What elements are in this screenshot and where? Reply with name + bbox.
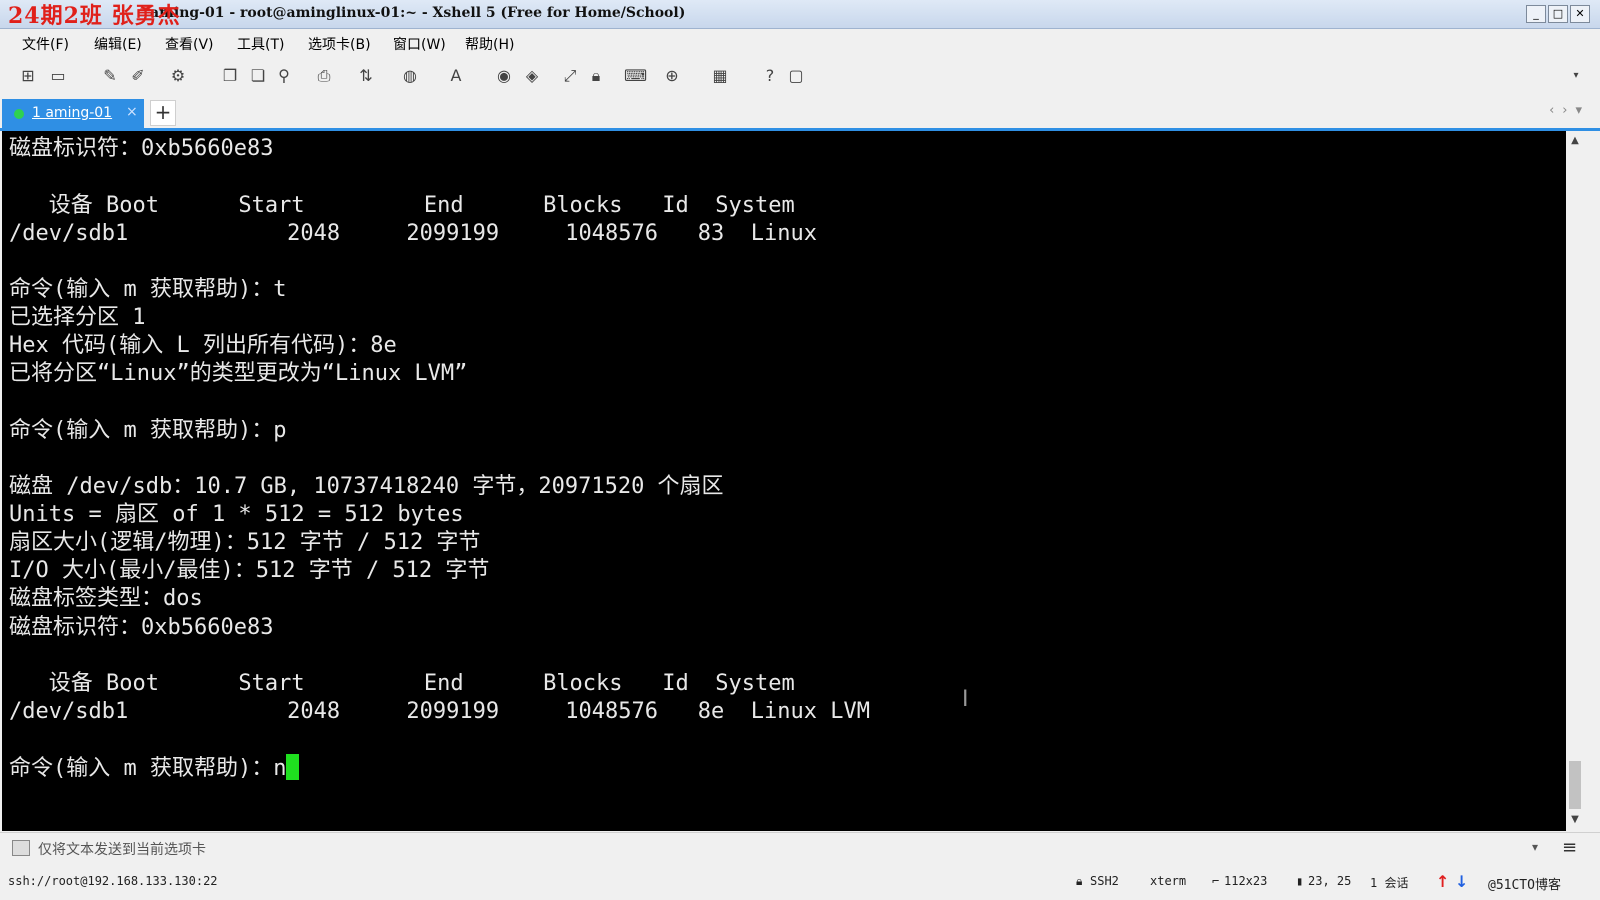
window-title: aming-01 - root@aminglinux-01:~ - Xshell… <box>150 5 686 21</box>
menu-help[interactable]: 帮助(H) <box>465 34 514 54</box>
status-bar: ssh://root@192.168.133.130:22 🔒︎ SSH2 xt… <box>0 862 1600 900</box>
transfer-icon[interactable]: ⇅ <box>356 66 376 86</box>
terminal-line: 命令(输入 m 获取帮助)：p <box>9 418 287 443</box>
terminal-line: 命令(输入 m 获取帮助)：n <box>9 756 287 781</box>
open-folder-icon[interactable]: ▭ <box>48 66 68 86</box>
tab-label: 1 aming-01 <box>32 105 113 121</box>
terminal-line: 磁盘标识符：0xb5660e83 <box>9 615 274 640</box>
toolbar: ⊞ ▭ ✎ ✐ ⚙ ❐ ❏ ⚲ ⎙ ⇅ ◍ A ◉ ◈ ⤢ 🔒︎ ⌨ ⊕ ▦ ?… <box>0 56 1600 99</box>
connected-status-icon <box>14 109 24 119</box>
menu-tools[interactable]: 工具(T) <box>237 34 284 54</box>
compose-icon <box>12 840 30 856</box>
download-arrow-icon: ↓ <box>1455 872 1469 891</box>
tab-scroll-icons[interactable]: ‹›▾ <box>1549 103 1590 118</box>
menu-file[interactable]: 文件(F) <box>22 34 69 54</box>
terminal-line: 设备 Boot Start End Blocks Id System <box>9 193 795 218</box>
compose-bar-label: 仅将文本发送到当前选项卡 <box>38 842 206 858</box>
cursor-position: 23, 25 <box>1308 874 1352 888</box>
compose-dropdown-icon[interactable]: ▾ <box>1532 840 1538 854</box>
font-icon[interactable]: A <box>446 66 466 86</box>
close-window-button[interactable]: ✕ <box>1570 5 1590 23</box>
terminal-line: 扇区大小(逻辑/物理)：512 字节 / 512 字节 <box>9 530 481 555</box>
terminal-line: 已将分区“Linux”的类型更改为“Linux LVM” <box>9 361 468 386</box>
terminal-line: /dev/sdb1 2048 2099199 1048576 83 Linux <box>9 221 817 246</box>
maximize-button[interactable]: □ <box>1548 5 1568 23</box>
terminal-line: 命令(输入 m 获取帮助)：t <box>9 277 287 302</box>
minimize-button[interactable]: _ <box>1526 5 1546 23</box>
blog-watermark: @51CTO博客 <box>1488 878 1561 893</box>
help-icon[interactable]: ? <box>760 66 780 86</box>
terminal-line: Hex 代码(输入 L 列出所有代码)：8e <box>9 333 397 358</box>
terminal-line: Units = 扇区 of 1 * 512 = 512 bytes <box>9 502 464 527</box>
connection-address: ssh://root@192.168.133.130:22 <box>8 874 218 888</box>
properties-icon[interactable]: ⚙ <box>168 66 188 86</box>
scroll-up-icon[interactable]: ▲ <box>1568 134 1582 148</box>
xftp-icon[interactable]: ◉ <box>494 66 514 86</box>
position-icon: ▮ <box>1296 874 1304 888</box>
add-tab-button[interactable]: + <box>150 100 176 126</box>
find-icon[interactable]: ⚲ <box>274 66 294 86</box>
window-controls: _ □ ✕ <box>1526 5 1590 23</box>
terminal-line: I/O 大小(最小/最佳)：512 字节 / 512 字节 <box>9 558 490 583</box>
menu-edit[interactable]: 编辑(E) <box>94 34 142 54</box>
xmanager-icon[interactable]: ◈ <box>522 66 542 86</box>
tab-bar: 1 aming-01 × + ‹›▾ <box>0 98 1600 128</box>
size-icon: ⌐ <box>1212 874 1220 888</box>
title-bar[interactable]: aming-01 - root@aminglinux-01:~ - Xshell… <box>0 0 1600 29</box>
menu-tabs[interactable]: 选项卡(B) <box>308 34 371 54</box>
terminal-line: /dev/sdb1 2048 2099199 1048576 8e Linux … <box>9 699 870 724</box>
tab-close-icon[interactable]: × <box>126 104 138 120</box>
scroll-thumb[interactable] <box>1569 761 1581 809</box>
terminal-area[interactable]: 磁盘标识符：0xb5660e83 设备 Boot Start End Block… <box>2 131 1566 831</box>
hamburger-menu-icon[interactable]: ≡ <box>1562 837 1577 858</box>
toolbar-overflow-icon[interactable]: ▾ <box>1566 66 1586 86</box>
layout-icon[interactable]: ▦ <box>710 66 730 86</box>
lock-icon[interactable]: 🔒︎ <box>586 66 606 86</box>
print-icon[interactable]: ⎙ <box>314 66 334 86</box>
session-count: 1 会话 <box>1370 876 1409 890</box>
tab-session[interactable]: 1 aming-01 × <box>2 99 144 128</box>
menu-view[interactable]: 查看(V) <box>165 34 214 54</box>
globe-icon[interactable]: ◍ <box>400 66 420 86</box>
terminal-line: 磁盘标识符：0xb5660e83 <box>9 136 274 161</box>
terminal-prompt-line: 命令(输入 m 获取帮助)：n <box>9 754 300 782</box>
new-session-icon[interactable]: ⊞ <box>18 66 38 86</box>
terminal-type: xterm <box>1150 874 1187 888</box>
fullscreen-icon[interactable]: ⤢ <box>560 66 580 86</box>
paste-icon[interactable]: ❏ <box>248 66 268 86</box>
terminal-cursor <box>286 754 300 780</box>
copy-icon[interactable]: ❐ <box>220 66 240 86</box>
terminal-line: 设备 Boot Start End Blocks Id System <box>9 671 795 696</box>
new-tab-icon[interactable]: ⊕ <box>662 66 682 86</box>
terminal-line: 磁盘标签类型：dos <box>9 586 203 611</box>
lock-status-icon: 🔒︎ <box>1076 874 1083 888</box>
keyboard-icon[interactable]: ⌨ <box>624 66 647 86</box>
menu-bar: 文件(F) 编辑(E) 查看(V) 工具(T) 选项卡(B) 窗口(W) 帮助(… <box>0 29 1600 55</box>
terminal-size: 112x23 <box>1224 874 1268 888</box>
disconnect-icon[interactable]: ✐ <box>128 66 148 86</box>
compose-bar[interactable]: 仅将文本发送到当前选项卡 ▾ ≡ <box>0 832 1600 863</box>
text-cursor-icon: I <box>962 687 969 712</box>
terminal-line: 已选择分区 1 <box>9 305 146 330</box>
terminal-line: 磁盘 /dev/sdb：10.7 GB, 10737418240 字节，2097… <box>9 474 724 499</box>
terminal-scrollbar[interactable]: ▲ ▼ <box>1566 131 1584 831</box>
chat-icon[interactable]: ▢ <box>786 66 806 86</box>
menu-window[interactable]: 窗口(W) <box>393 34 446 54</box>
video-watermark: 24期2班 张勇杰 <box>8 3 181 29</box>
scroll-down-icon[interactable]: ▼ <box>1568 813 1582 827</box>
protocol-label: SSH2 <box>1090 874 1119 888</box>
upload-arrow-icon: ↑ <box>1436 872 1450 891</box>
connect-icon[interactable]: ✎ <box>100 66 120 86</box>
